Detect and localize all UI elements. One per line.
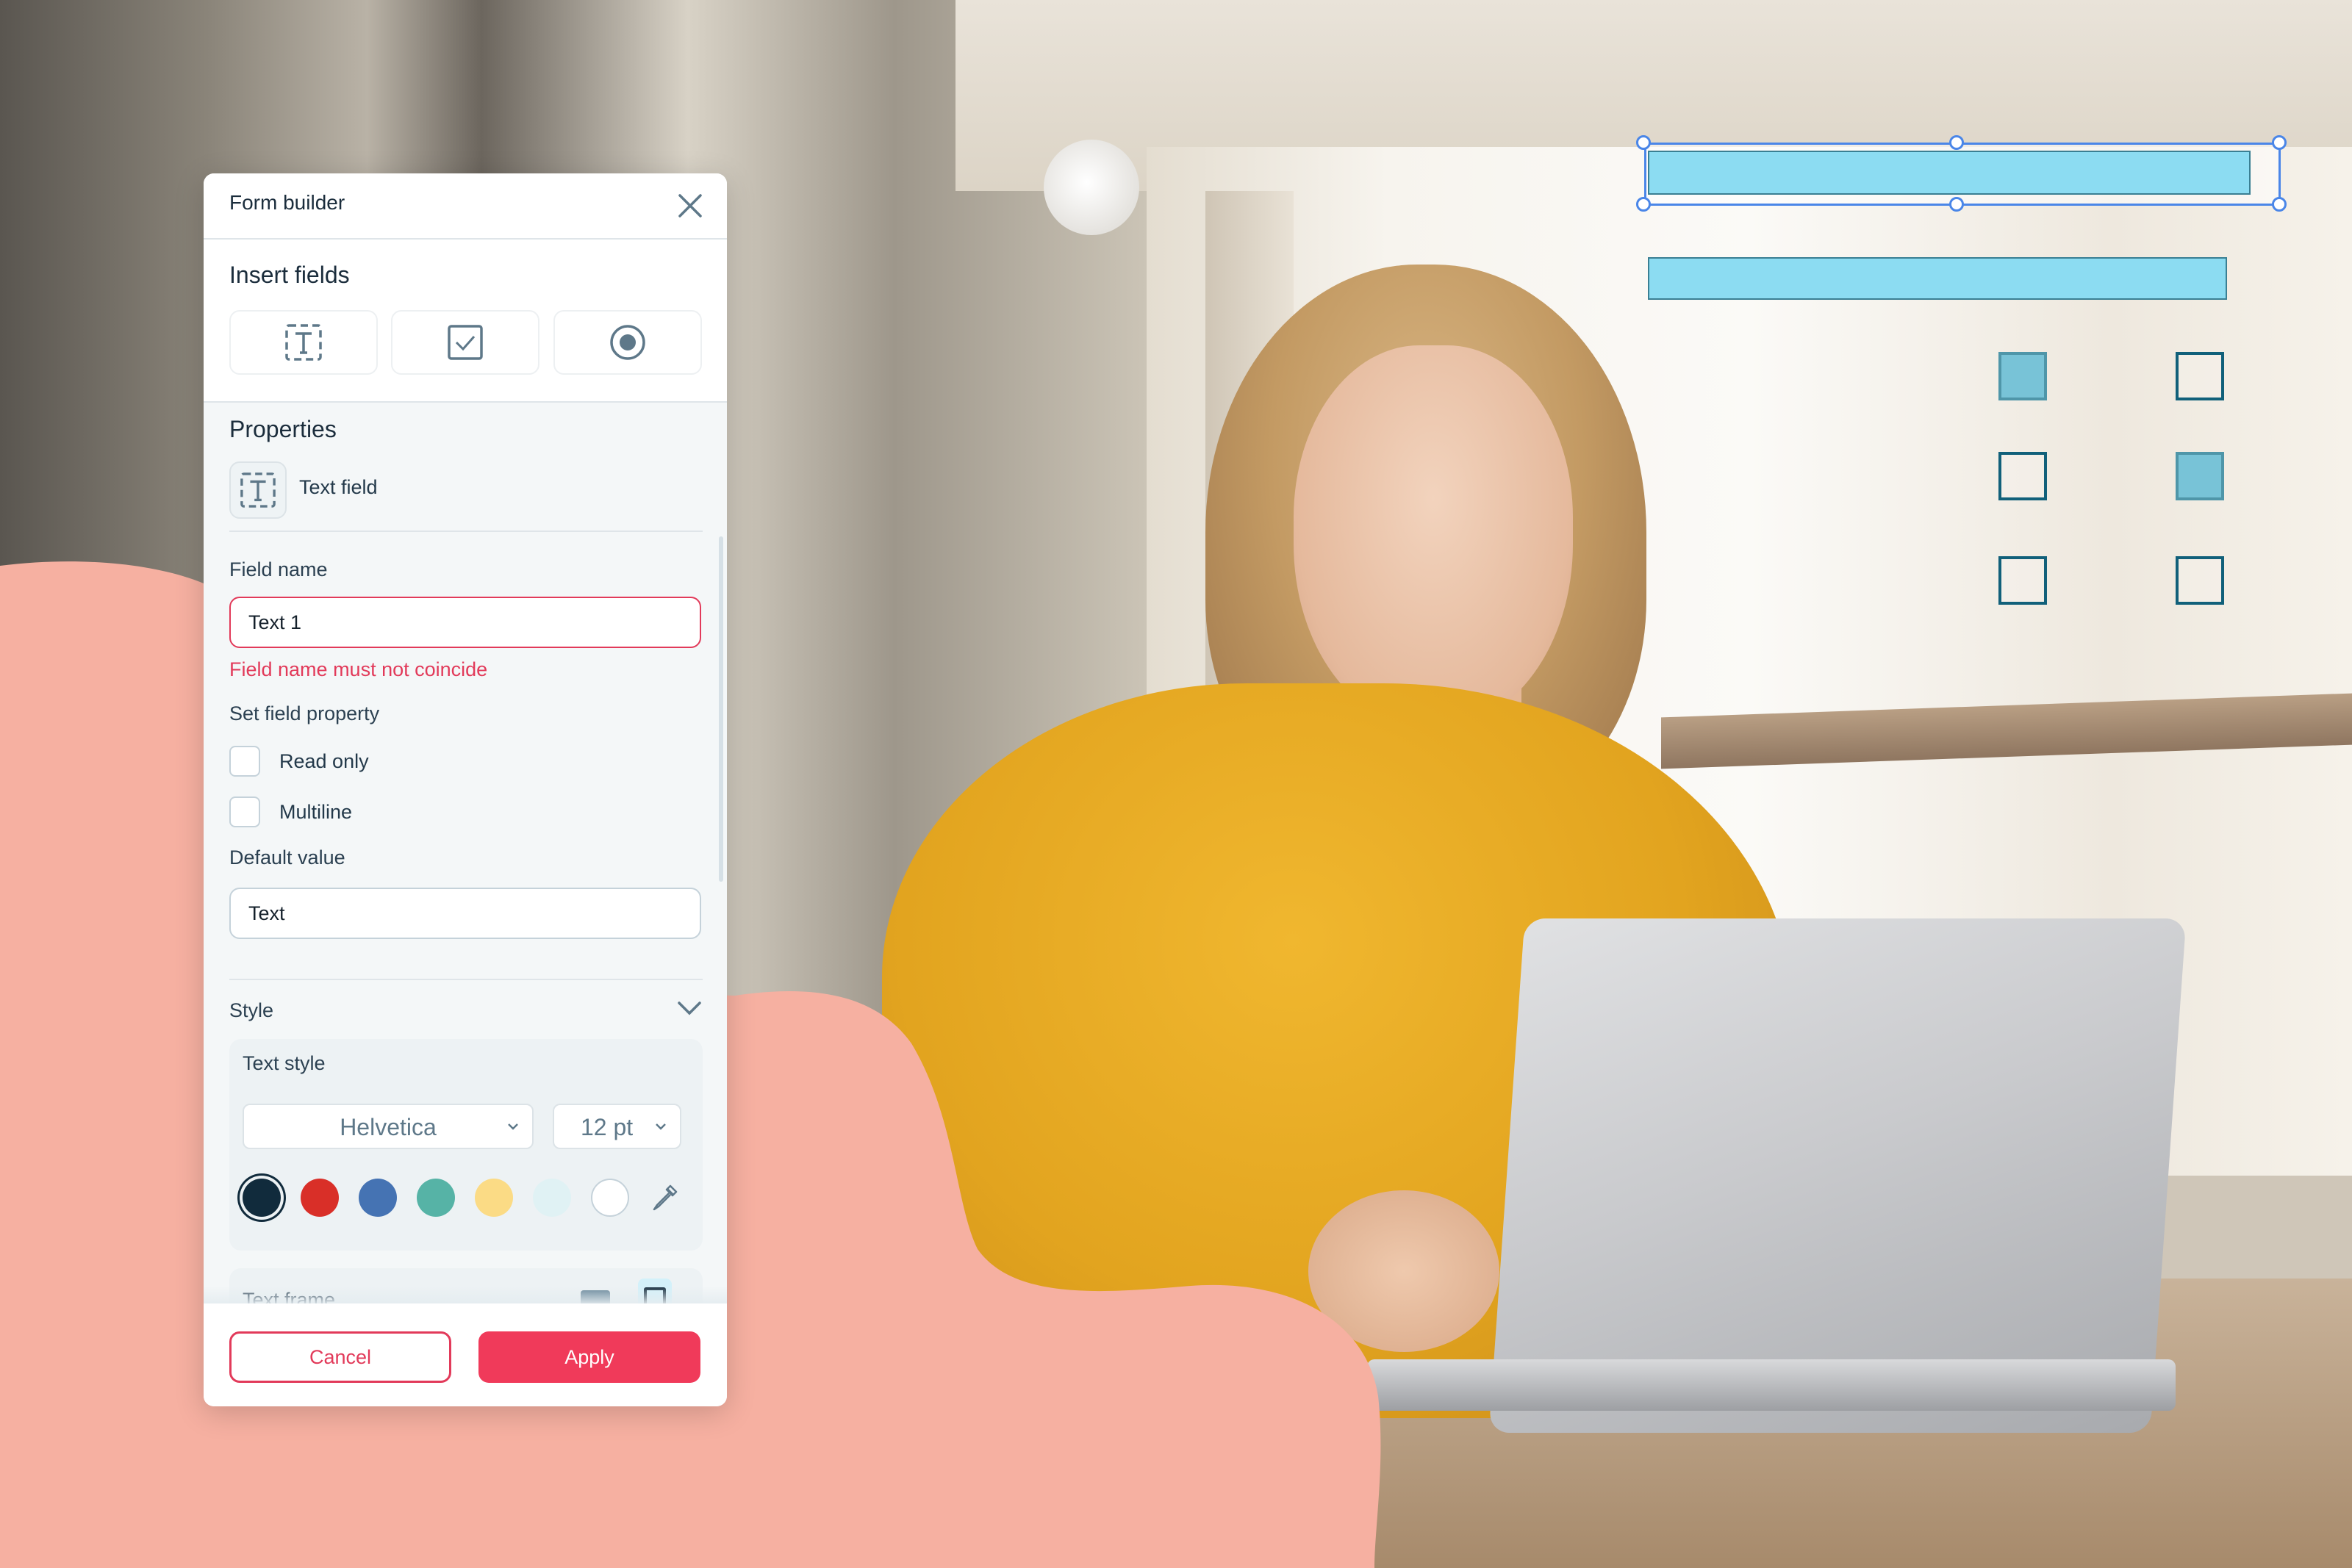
eyedropper-icon[interactable] (650, 1183, 679, 1212)
multiline-label: Multiline (279, 800, 353, 823)
decorative-checkbox (1998, 452, 2047, 500)
font-family-value: Helvetica (340, 1114, 437, 1140)
cancel-button[interactable]: Cancel (229, 1331, 451, 1383)
decorative-checkbox (2176, 352, 2224, 400)
color-swatch-navy[interactable] (243, 1179, 281, 1217)
insert-text-field-button[interactable] (229, 310, 378, 375)
decorative-checkbox (2176, 556, 2224, 605)
color-swatch-white[interactable] (591, 1179, 629, 1217)
panel-title: Form builder (229, 191, 345, 214)
style-section-toggle[interactable]: Style (229, 996, 703, 1029)
divider (229, 979, 703, 980)
set-field-property-label: Set field property (229, 702, 380, 724)
apply-button[interactable]: Apply (478, 1331, 700, 1383)
field-type-badge (229, 461, 287, 519)
color-swatch-yellow[interactable] (475, 1179, 513, 1217)
resize-handle (1949, 135, 1964, 150)
default-value-input[interactable]: Text (229, 888, 701, 939)
read-only-label: Read only (279, 749, 369, 772)
checkbox-icon (448, 325, 483, 360)
default-value-label: Default value (229, 846, 345, 868)
insert-checkbox-button[interactable] (391, 310, 539, 375)
font-family-select[interactable]: Helvetica (243, 1104, 534, 1149)
insert-radio-button[interactable] (553, 310, 702, 375)
decorative-checkbox (2176, 452, 2224, 500)
resize-handle (2272, 197, 2287, 212)
close-icon (678, 194, 702, 217)
text-style-label: Text style (243, 1052, 326, 1074)
decorative-checkbox (1998, 556, 2047, 605)
decorative-text-field (1648, 257, 2227, 300)
text-field-icon (240, 472, 276, 508)
style-label: Style (229, 999, 274, 1021)
panel-scrollbar-thumb[interactable] (719, 536, 723, 882)
chevron-down-icon (678, 1001, 701, 1015)
divider (229, 531, 703, 532)
decorative-checkbox (1998, 352, 2047, 400)
text-style-card: Text style Helvetica 12 pt (229, 1039, 703, 1251)
read-only-checkbox-row[interactable]: Read only (229, 745, 369, 777)
properties-section: Properties Text field Field name Text 1 … (204, 403, 727, 1371)
decorative-text-field (1648, 151, 2251, 195)
form-builder-panel: Form builder Insert fields Properties Te… (204, 173, 727, 1406)
close-button[interactable] (675, 191, 705, 220)
chevron-down-icon (508, 1123, 518, 1130)
resize-handle (1636, 197, 1651, 212)
field-name-label: Field name (229, 558, 328, 580)
font-size-select[interactable]: 12 pt (553, 1104, 681, 1149)
resize-handle (1636, 135, 1651, 150)
insert-fields-title: Insert fields (229, 262, 350, 288)
field-name-input[interactable]: Text 1 (229, 597, 701, 648)
resize-handle (1949, 197, 1964, 212)
multiline-checkbox-row[interactable]: Multiline (229, 796, 352, 828)
resize-handle (2272, 135, 2287, 150)
multiline-checkbox[interactable] (229, 796, 260, 827)
insert-fields-section: Insert fields (204, 240, 727, 403)
properties-title: Properties (229, 416, 337, 442)
text-field-icon (285, 324, 322, 361)
color-swatch-teal[interactable] (417, 1179, 455, 1217)
color-swatch-blue[interactable] (359, 1179, 397, 1217)
color-swatch-light-cyan[interactable] (533, 1179, 571, 1217)
panel-footer: Cancel Apply (204, 1303, 727, 1406)
field-type-label: Text field (299, 476, 378, 498)
read-only-checkbox[interactable] (229, 746, 260, 777)
panel-header: Form builder (204, 173, 727, 240)
scroll-fade (204, 1286, 727, 1303)
field-name-error: Field name must not coincide (229, 658, 488, 680)
color-swatch-red[interactable] (301, 1179, 339, 1217)
radio-button-icon (610, 325, 645, 360)
chevron-down-icon (656, 1123, 666, 1130)
